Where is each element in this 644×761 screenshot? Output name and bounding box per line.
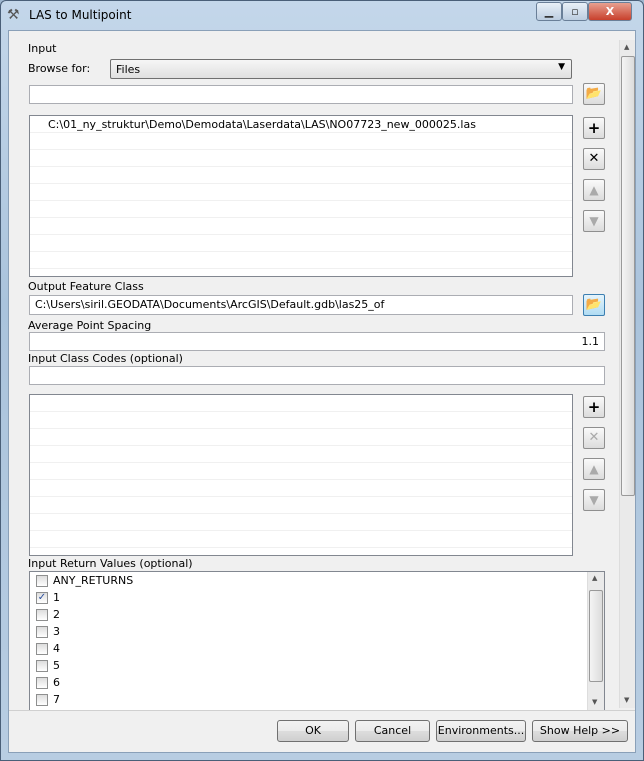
checklist-item-label: 3 <box>53 625 60 638</box>
show-help-button[interactable]: Show Help >> <box>532 720 628 742</box>
browse-for-label: Browse for: <box>28 62 91 75</box>
checkbox[interactable] <box>36 643 48 655</box>
scroll-thumb[interactable] <box>589 590 603 682</box>
checkbox[interactable] <box>36 575 48 587</box>
checkbox[interactable] <box>36 677 48 689</box>
checkbox[interactable] <box>36 694 48 706</box>
list-item[interactable]: C:\01_ny_struktur\Demo\Demodata\Laserdat… <box>30 116 572 133</box>
output-feature-class-field[interactable]: C:\Users\siril.GEODATA\Documents\ArcGIS\… <box>29 295 573 315</box>
hammer-icon: ⚒ <box>7 7 20 23</box>
return-values-checklist[interactable]: ANY_RETURNS ✓ 1 2 3 4 5 6 7 ▲ ▼ <box>29 571 605 710</box>
input-files-list[interactable]: C:\01_ny_struktur\Demo\Demodata\Laserdat… <box>29 115 573 277</box>
scroll-down-icon[interactable]: ▼ <box>592 698 597 706</box>
checklist-item[interactable]: 7 <box>30 691 604 708</box>
remove-icon[interactable]: ✕ <box>583 427 605 449</box>
checklist-item[interactable]: 5 <box>30 657 604 674</box>
checklist-item-label: 4 <box>53 642 60 655</box>
checkbox[interactable] <box>36 609 48 621</box>
remove-icon[interactable]: ✕ <box>583 148 605 170</box>
checkbox[interactable]: ✓ <box>36 592 48 604</box>
ok-button[interactable]: OK <box>277 720 349 742</box>
browse-for-dropdown[interactable]: Files ▼ <box>110 59 572 79</box>
move-down-icon[interactable]: ▼ <box>583 210 605 232</box>
checklist-item-label: 7 <box>53 693 60 706</box>
input-return-values-label: Input Return Values (optional) <box>28 557 193 570</box>
average-point-spacing-label: Average Point Spacing <box>28 319 152 332</box>
input-class-codes-field[interactable] <box>29 366 605 385</box>
checklist-item-label: 2 <box>53 608 60 621</box>
close-button[interactable]: X <box>588 2 632 21</box>
cancel-button[interactable]: Cancel <box>355 720 430 742</box>
chevron-down-icon: ▼ <box>558 62 565 72</box>
scroll-down-icon[interactable]: ▼ <box>624 696 629 704</box>
move-up-icon[interactable]: ▲ <box>583 458 605 480</box>
checklist-scrollbar[interactable]: ▲ ▼ <box>587 572 604 710</box>
scroll-up-icon[interactable]: ▲ <box>592 574 597 582</box>
minimize-button[interactable]: ▁ <box>536 2 562 21</box>
maximize-button[interactable]: ▫ <box>562 2 588 21</box>
checklist-item-label: 5 <box>53 659 60 672</box>
environments-button[interactable]: Environments... <box>436 720 526 742</box>
folder-open-icon[interactable]: 📂 <box>583 294 605 316</box>
checkbox[interactable] <box>36 626 48 638</box>
input-label: Input <box>28 42 57 55</box>
checklist-item[interactable]: ANY_RETURNS <box>30 572 604 589</box>
output-feature-class-label: Output Feature Class <box>28 280 144 293</box>
add-icon[interactable]: + <box>583 117 605 139</box>
checklist-item[interactable]: 4 <box>30 640 604 657</box>
checklist-item[interactable]: 3 <box>30 623 604 640</box>
checklist-item[interactable]: 2 <box>30 606 604 623</box>
move-down-icon[interactable]: ▼ <box>583 489 605 511</box>
checklist-item-label: 1 <box>53 591 60 604</box>
browse-for-value: Files <box>116 63 141 76</box>
main-scrollbar[interactable]: ▲ ▼ <box>619 40 635 708</box>
folder-open-icon[interactable]: 📂 <box>583 83 605 105</box>
divider <box>9 710 635 711</box>
average-point-spacing-field[interactable]: 1.1 <box>29 332 605 351</box>
window-title: LAS to Multipoint <box>29 8 132 22</box>
scroll-up-icon[interactable]: ▲ <box>624 43 629 51</box>
checklist-item-label: ANY_RETURNS <box>53 574 134 587</box>
input-path-field[interactable] <box>29 85 573 104</box>
checklist-item[interactable]: ✓ 1 <box>30 589 604 606</box>
checklist-item-label: 6 <box>53 676 60 689</box>
scroll-thumb[interactable] <box>621 56 635 496</box>
input-class-codes-label: Input Class Codes (optional) <box>28 352 183 365</box>
add-icon[interactable]: + <box>583 396 605 418</box>
checklist-item[interactable]: 6 <box>30 674 604 691</box>
class-codes-list[interactable] <box>29 394 573 556</box>
checkbox[interactable] <box>36 660 48 672</box>
move-up-icon[interactable]: ▲ <box>583 179 605 201</box>
